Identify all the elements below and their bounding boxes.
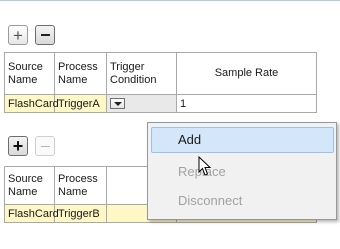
cell-sample-rate[interactable]: 1 [176, 94, 317, 113]
menu-item-disconnect[interactable]: Disconnect [151, 188, 334, 214]
column-header-source-name[interactable]: Source Name [4, 166, 55, 205]
cell-trigger-condition[interactable] [106, 94, 177, 113]
remove-row-button-2[interactable] [35, 136, 55, 156]
column-header-process-name[interactable]: Process Name [54, 166, 107, 205]
add-row-button-2[interactable]: + [8, 136, 28, 156]
cell-source-name[interactable]: FlashCard [4, 94, 59, 113]
minus-icon [40, 145, 50, 147]
cell-process-name[interactable]: TriggerA [54, 94, 107, 113]
minus-icon [40, 34, 50, 36]
menu-item-replace[interactable]: Replace [151, 159, 334, 185]
remove-row-button[interactable] [35, 25, 55, 45]
column-header-source-name[interactable]: Source Name [4, 52, 55, 95]
plus-icon: + [12, 136, 24, 156]
cell-source-name[interactable]: FlashCard [4, 204, 59, 223]
column-header-sample-rate[interactable]: Sample Rate [176, 52, 317, 95]
header-row: Source Name Process Name Trigger Conditi… [4, 52, 317, 95]
column-header-trigger-condition[interactable]: Trigger Condition [106, 52, 177, 95]
context-menu: Add Replace Disconnect [147, 122, 337, 220]
mouse-pointer-icon [198, 156, 212, 176]
add-row-button[interactable]: + [8, 25, 28, 45]
top-divider [0, 0, 340, 1]
menu-item-add[interactable]: Add [151, 127, 334, 153]
cell-process-name[interactable]: TriggerB [54, 204, 107, 223]
table-row: FlashCard TriggerA 1 [4, 94, 317, 113]
trigger-grid-1: Source Name Process Name Trigger Conditi… [4, 52, 317, 113]
dropdown-button[interactable] [110, 97, 125, 109]
column-header-process-name[interactable]: Process Name [54, 52, 107, 95]
plus-icon: + [13, 25, 23, 45]
